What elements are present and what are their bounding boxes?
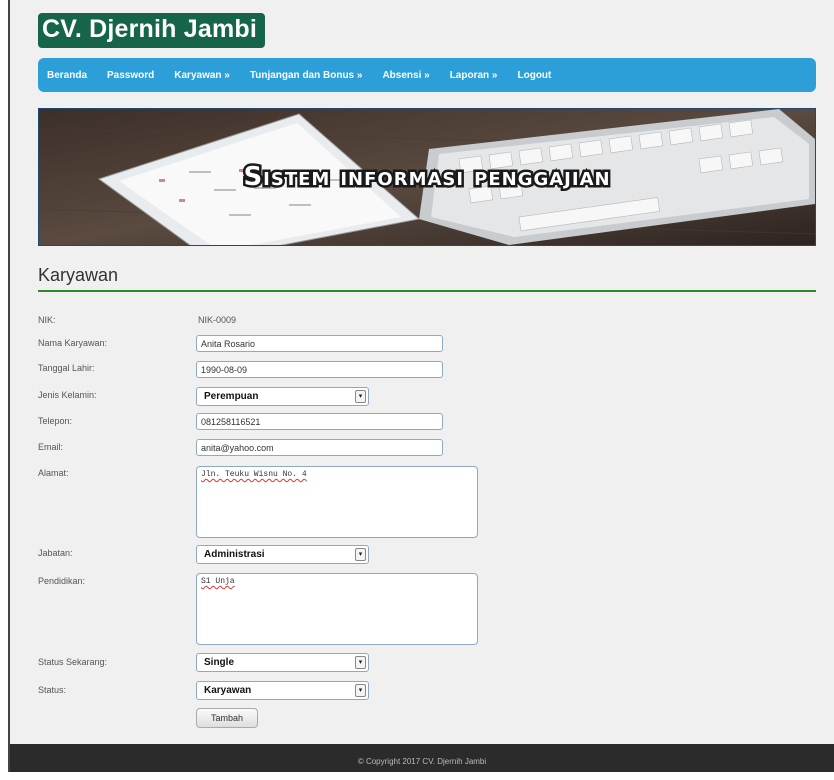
header-banner: Sistem informasi penggajian	[38, 108, 816, 246]
status-sekarang-label: Status Sekarang:	[38, 657, 108, 667]
jabatan-value: Administrasi	[204, 549, 265, 560]
telepon-label: Telepon:	[38, 416, 73, 426]
jenis-kelamin-select[interactable]: Perempuan ▾	[196, 387, 369, 406]
jenis-kelamin-label: Jenis Kelamin:	[38, 390, 97, 400]
status-select[interactable]: Karyawan ▾	[196, 681, 369, 700]
telepon-field[interactable]: 081258116521	[196, 413, 443, 430]
tanggal-lahir-label: Tanggal Lahir:	[38, 363, 95, 373]
alamat-label: Alamat:	[38, 468, 69, 478]
tambah-button[interactable]: Tambah	[196, 708, 258, 728]
status-sekarang-value: Single	[204, 657, 235, 668]
jenis-kelamin-value: Perempuan	[204, 391, 259, 402]
nik-label: NIK:	[38, 315, 56, 325]
email-label: Email:	[38, 442, 64, 452]
site-logo[interactable]: CV. Djernih Jambi	[38, 13, 266, 48]
copyright-text: © Copyright 2017 CV. Djernih Jambi	[357, 757, 487, 766]
pendidikan-label: Pendidikan:	[38, 576, 86, 586]
nav-item-laporan[interactable]: Laporan »	[450, 70, 498, 81]
page-title: Karyawan	[38, 265, 119, 285]
pendidikan-value: S1 Unja	[201, 577, 235, 586]
tanggal-lahir-field[interactable]: 1990-08-09	[196, 361, 443, 378]
nav-item-password[interactable]: Password	[107, 70, 154, 81]
footer: © Copyright 2017 CV. Djernih Jambi	[10, 744, 834, 772]
chevron-down-icon[interactable]: ▾	[355, 656, 366, 669]
jabatan-select[interactable]: Administrasi ▾	[196, 545, 369, 564]
nav-item-logout[interactable]: Logout	[518, 70, 552, 81]
jabatan-label: Jabatan:	[38, 548, 73, 558]
main-nav: Beranda Password Karyawan » Tunjangan da…	[38, 58, 816, 92]
email-field[interactable]: anita@yahoo.com	[196, 439, 443, 456]
title-divider	[38, 290, 816, 292]
banner-image: Sistem informasi penggajian	[39, 109, 815, 245]
pendidikan-textarea[interactable]: S1 Unja	[196, 573, 478, 645]
chevron-down-icon[interactable]: ▾	[355, 684, 366, 697]
nav-item-absensi[interactable]: Absensi »	[382, 70, 429, 81]
status-label: Status:	[38, 685, 67, 695]
banner-title: Sistem informasi penggajian	[243, 162, 610, 192]
chevron-down-icon[interactable]: ▾	[355, 548, 366, 561]
nav-item-beranda[interactable]: Beranda	[47, 70, 87, 81]
nik-value: NIK-0009	[198, 315, 237, 325]
nama-label: Nama Karyawan:	[38, 338, 108, 348]
nav-item-karyawan[interactable]: Karyawan »	[174, 70, 230, 81]
nama-field[interactable]: Anita Rosario	[196, 335, 443, 352]
nav-item-tunjangan-bonus[interactable]: Tunjangan dan Bonus »	[250, 70, 363, 81]
alamat-value: Jln. Teuku Wisnu No. 4	[201, 470, 307, 479]
alamat-textarea[interactable]: Jln. Teuku Wisnu No. 4	[196, 466, 478, 538]
status-value: Karyawan	[204, 685, 252, 696]
status-sekarang-select[interactable]: Single ▾	[196, 653, 369, 672]
chevron-down-icon[interactable]: ▾	[355, 390, 366, 403]
